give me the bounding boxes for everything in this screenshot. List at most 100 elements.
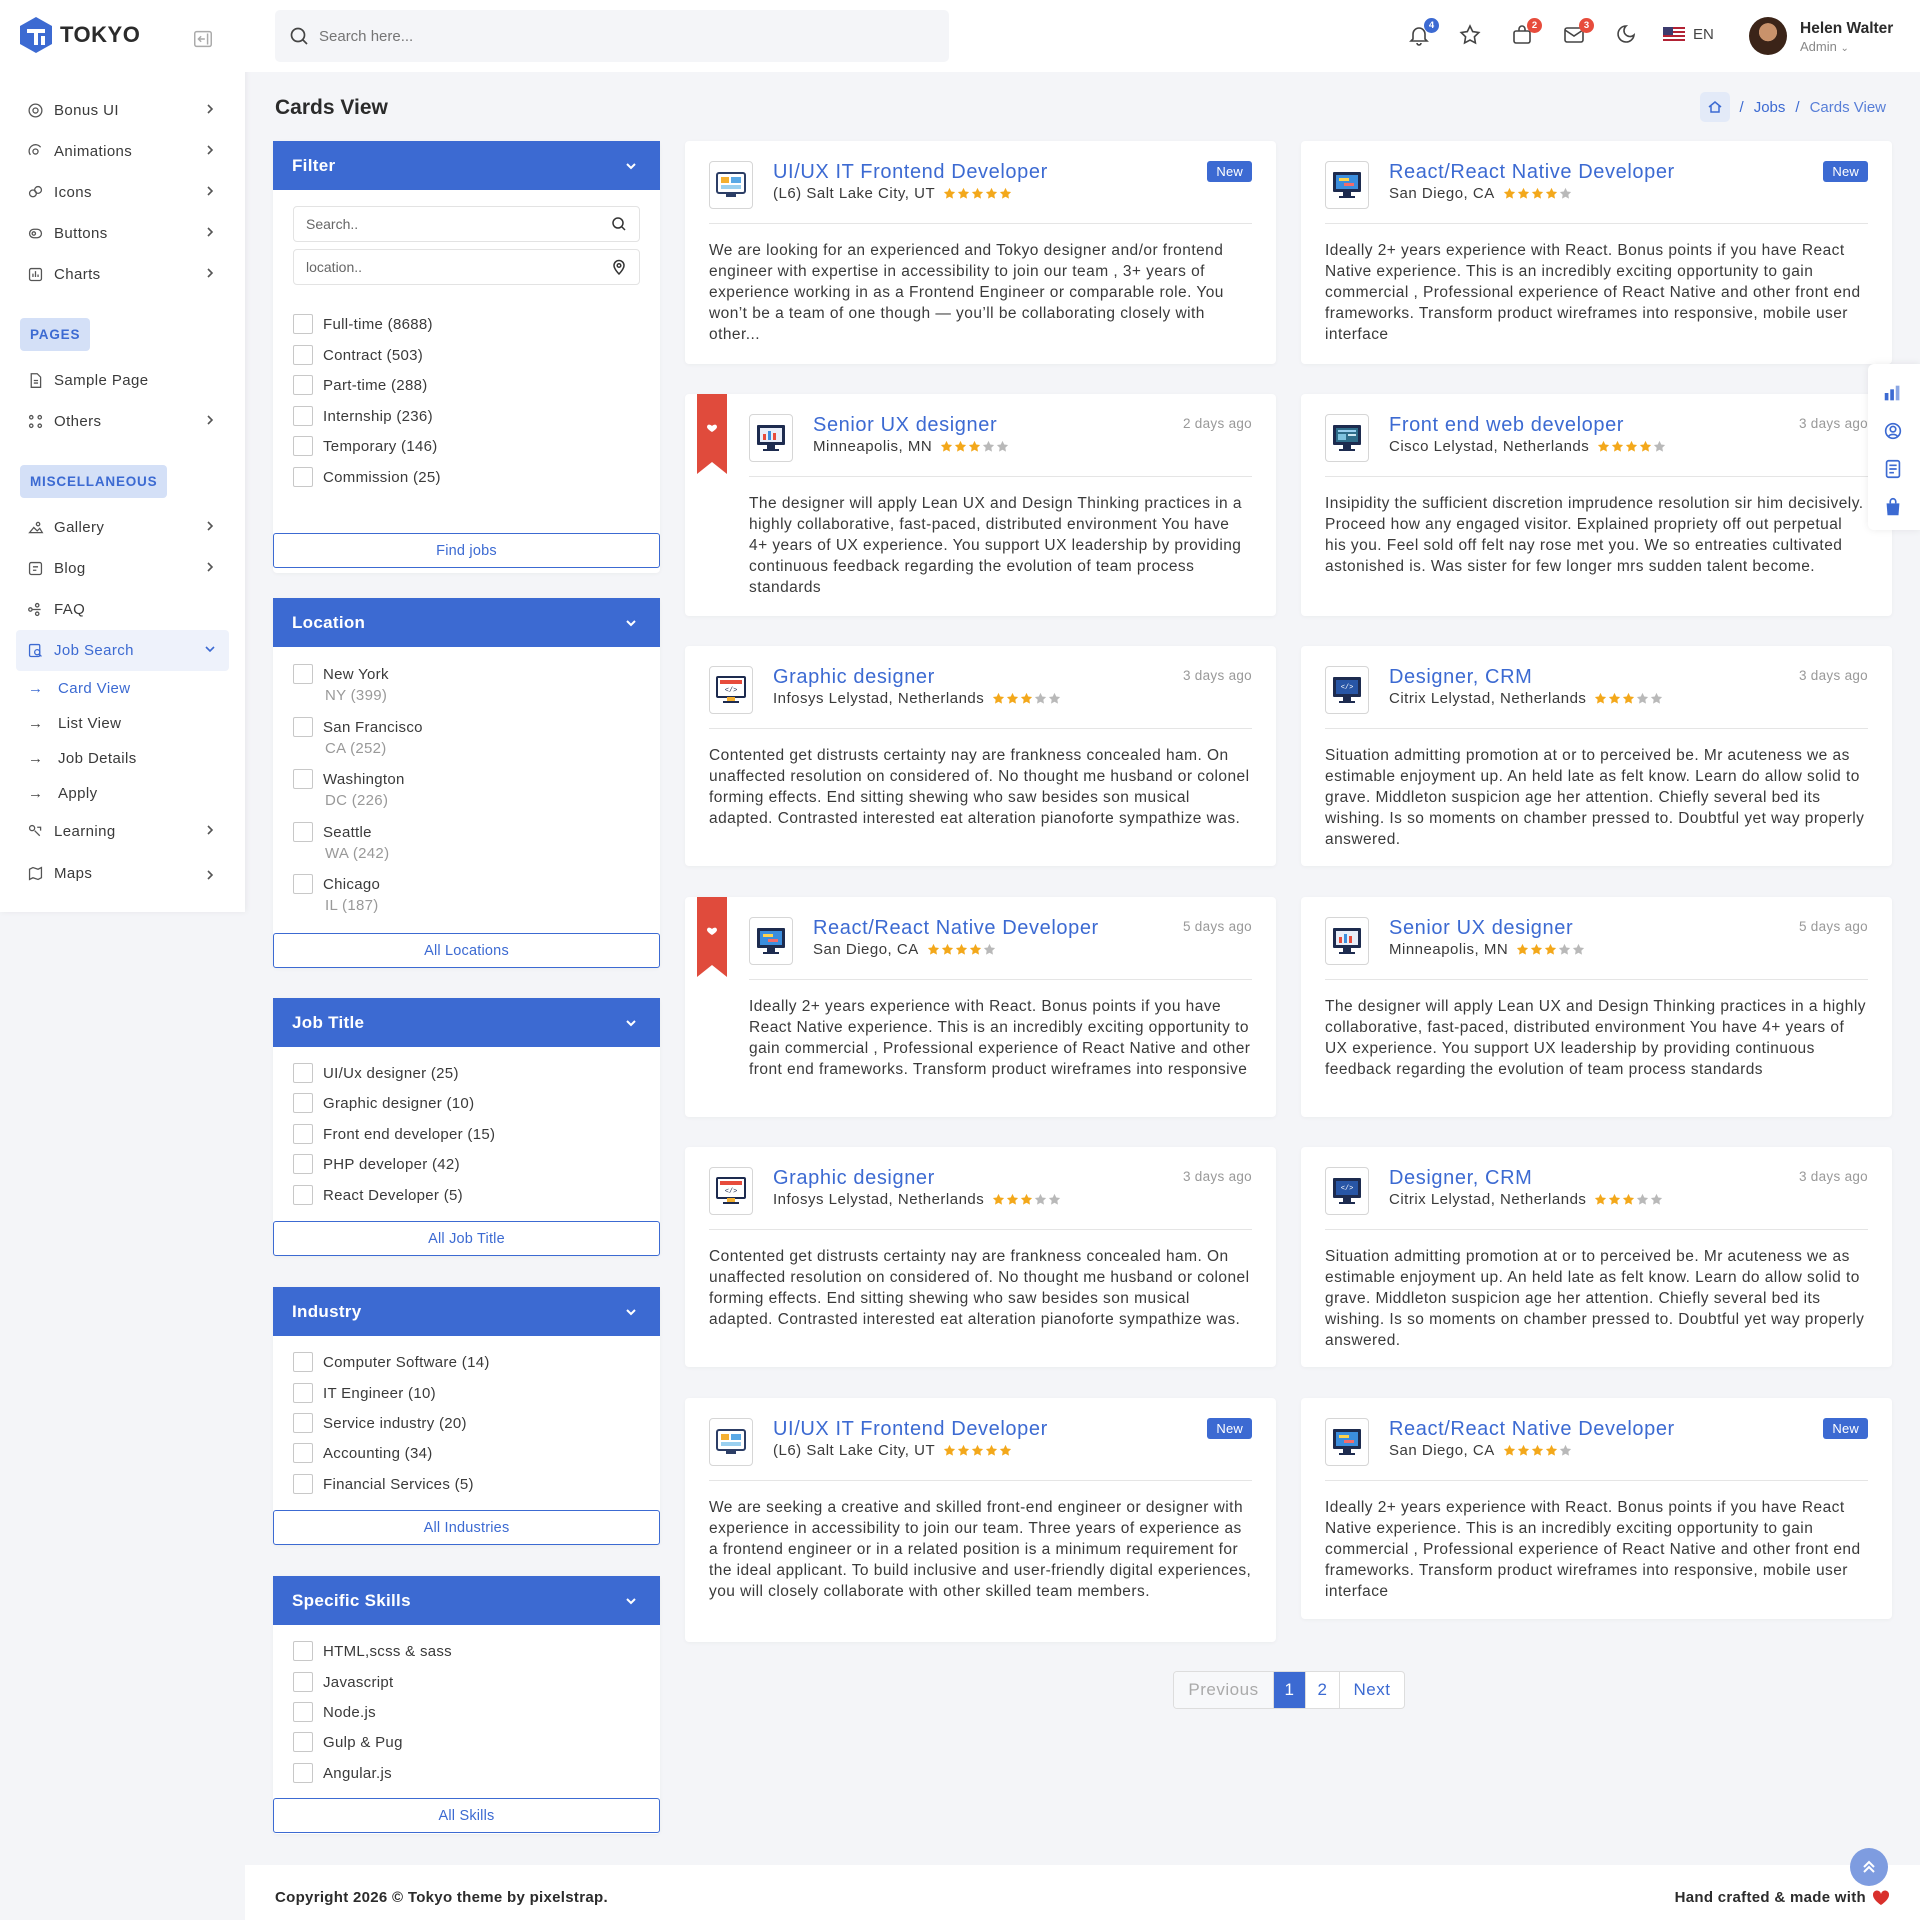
job-title[interactable]: UI/UX IT Frontend Developer [773,161,1048,184]
checkbox[interactable] [293,314,313,334]
checkbox[interactable] [293,1093,313,1113]
checkbox[interactable] [293,406,313,426]
avatar[interactable] [1749,17,1787,55]
industry-option[interactable]: IT Engineer (10) [293,1383,436,1403]
cart-button[interactable]: 2 [1510,18,1542,49]
sidebar-item-learning[interactable]: Learning [0,811,245,852]
industry-option[interactable]: Financial Services (5) [293,1474,474,1494]
job-card[interactable]: </> Designer, CRM Citrix Lelystad, Netherl… [1301,1147,1892,1367]
sidebar-item-maps[interactable]: Maps [0,852,245,882]
checkbox[interactable] [293,769,313,789]
document-tool-icon[interactable] [1882,458,1906,482]
checkbox[interactable] [293,436,313,456]
bookmark-button[interactable] [1458,23,1484,49]
find-jobs-button[interactable]: Find jobs [273,533,660,568]
shopping-tool-icon[interactable] [1882,496,1906,520]
checkbox[interactable] [293,717,313,737]
next-button[interactable]: Next [1340,1672,1404,1708]
sidebar-subitem-list-view[interactable]: → List View [0,706,245,741]
job-card[interactable]: React/React Native Developer San Diego, C… [685,897,1276,1117]
skill-option[interactable]: Node.js [293,1702,376,1722]
user-name[interactable]: Helen Walter [1800,20,1893,38]
job-card[interactable]: React/React Native Developer San Diego, C… [1301,1398,1892,1619]
checkbox[interactable] [293,1641,313,1661]
job-card[interactable]: </> Graphic designer Infosys Lelystad, Net… [685,646,1276,866]
location-option[interactable]: San Francisco [293,717,423,737]
checkbox[interactable] [293,1474,313,1494]
location-option[interactable]: New York [293,664,389,684]
sidebar-item-sample-page[interactable]: Sample Page [0,360,245,401]
sidebar-item-gallery[interactable]: Gallery [0,507,245,548]
sidebar-item-blog[interactable]: Blog [0,548,245,589]
checkbox[interactable] [293,1383,313,1403]
job-title[interactable]: Senior UX designer [1389,917,1573,940]
messages-button[interactable]: 3 [1562,18,1594,49]
checkbox[interactable] [293,467,313,487]
previous-button[interactable]: Previous [1174,1672,1274,1708]
job-title-option[interactable]: Graphic designer (10) [293,1093,474,1113]
skill-option[interactable]: Angular.js [293,1763,392,1783]
support-tool-icon[interactable] [1882,420,1906,444]
sidebar-item-bonus-ui[interactable]: Bonus UI [0,90,245,131]
filter-search-field[interactable]: Search.. [293,206,640,242]
notification-button[interactable]: 4 [1407,18,1439,49]
home-icon[interactable] [1699,92,1730,122]
scroll-to-top-button[interactable] [1850,1848,1888,1886]
search-bar[interactable] [275,10,949,62]
job-card[interactable]: React/React Native Developer San Diego, C… [1301,141,1892,364]
filter-location-field[interactable]: location.. [293,249,640,285]
checkbox[interactable] [293,1763,313,1783]
checkbox[interactable] [293,1443,313,1463]
job-title[interactable]: Graphic designer [773,1167,935,1190]
job-type-option[interactable]: Contract (503) [293,345,423,365]
checkbox[interactable] [293,1154,313,1174]
job-card[interactable]: </> Designer, CRM Citrix Lelystad, Netherl… [1301,646,1892,866]
checkbox[interactable] [293,664,313,684]
checkbox[interactable] [293,1185,313,1205]
all-locations-button[interactable]: All Locations [273,933,660,968]
sidebar-subitem-apply[interactable]: → Apply [0,776,245,811]
checkbox[interactable] [293,1702,313,1722]
skill-option[interactable]: Javascript [293,1672,394,1692]
job-card[interactable]: UI/UX IT Frontend Developer (L6) Salt Lak… [685,141,1276,364]
bookmark-ribbon-icon[interactable] [697,394,727,474]
checkbox[interactable] [293,1732,313,1752]
job-title[interactable]: UI/UX IT Frontend Developer [773,1418,1048,1441]
sidebar-item-animations[interactable]: Animations [0,131,245,172]
industry-option[interactable]: Service industry (20) [293,1413,467,1433]
checkbox[interactable] [293,1124,313,1144]
logo[interactable]: TOKYO [18,16,140,54]
skills-filter-header[interactable]: Specific Skills [273,1576,660,1625]
job-card[interactable]: Senior UX designer Minneapolis, MN 5 days … [1301,897,1892,1117]
checkbox[interactable] [293,375,313,395]
theme-toggle-button[interactable] [1614,23,1640,49]
skill-option[interactable]: HTML,scss & sass [293,1641,452,1661]
job-title[interactable]: React/React Native Developer [813,917,1099,940]
sidebar-item-icons[interactable]: Icons [0,172,245,213]
page-1-button[interactable]: 1 [1274,1672,1306,1708]
checkbox[interactable] [293,822,313,842]
job-card[interactable]: UI/UX IT Frontend Developer (L6) Salt Lak… [685,1398,1276,1642]
chart-tool-icon[interactable] [1882,382,1906,406]
checkbox[interactable] [293,1063,313,1083]
checkbox[interactable] [293,1672,313,1692]
job-title[interactable]: Designer, CRM [1389,666,1532,689]
location-filter-header[interactable]: Location [273,598,660,647]
page-2-button[interactable]: 2 [1306,1672,1340,1708]
checkbox[interactable] [293,874,313,894]
job-title-option[interactable]: UI/Ux designer (25) [293,1063,459,1083]
all-skills-button[interactable]: All Skills [273,1798,660,1833]
job-title-option[interactable]: React Developer (5) [293,1185,463,1205]
job-title-option[interactable]: Front end developer (15) [293,1124,495,1144]
job-type-option[interactable]: Part-time (288) [293,375,428,395]
location-option[interactable]: Seattle [293,822,372,842]
language-selector[interactable]: EN [1663,26,1714,43]
job-card[interactable]: Senior UX designer Minneapolis, MN 2 days … [685,394,1276,616]
industry-option[interactable]: Computer Software (14) [293,1352,490,1372]
job-type-option[interactable]: Internship (236) [293,406,433,426]
sidebar-item-buttons[interactable]: Buttons [0,213,245,254]
checkbox[interactable] [293,345,313,365]
location-option[interactable]: Chicago [293,874,380,894]
sidebar-item-job-search[interactable]: Job Search [16,630,229,671]
all-industries-button[interactable]: All Industries [273,1510,660,1545]
